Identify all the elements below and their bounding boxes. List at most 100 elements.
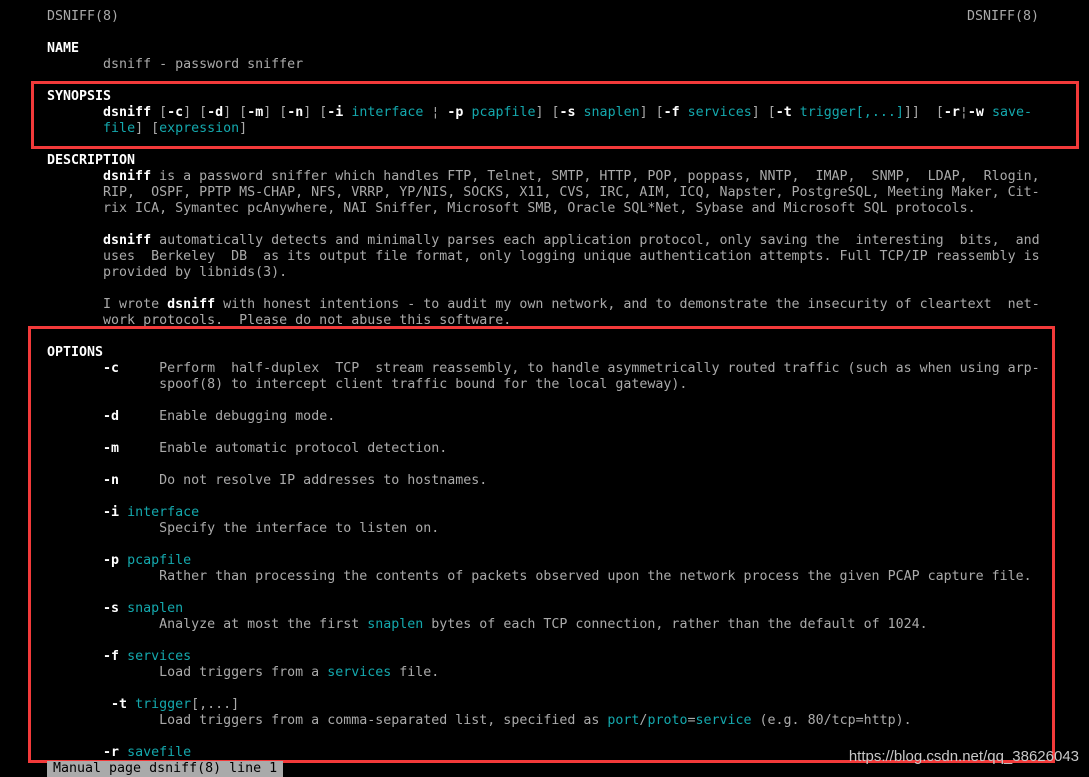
text-line bbox=[47, 681, 1047, 697]
text: RIP, OSPF, PPTP MS-CHAP, NFS, VRRP, YP/N… bbox=[47, 185, 1040, 200]
text: ] [ bbox=[183, 105, 208, 120]
text: I wrote bbox=[47, 297, 168, 312]
text: Specify the interface to listen on. bbox=[47, 521, 440, 536]
bold-text: -f bbox=[47, 649, 120, 664]
text: uses Berkeley DB as its output file form… bbox=[47, 249, 1040, 264]
text-line bbox=[47, 329, 1047, 345]
text bbox=[792, 105, 800, 120]
argument-text: services bbox=[327, 665, 392, 680]
text: Enable debugging mode. bbox=[119, 409, 336, 424]
argument-text: snaplen bbox=[583, 105, 640, 120]
text: ] bbox=[239, 121, 248, 136]
bold-text: OPTIONS bbox=[47, 345, 104, 360]
text-line bbox=[47, 281, 1047, 297]
text: dsniff - password sniffer bbox=[47, 57, 304, 72]
text-line: spoof(8) to intercept client traffic bou… bbox=[47, 377, 1047, 393]
text: Load triggers from a bbox=[47, 665, 328, 680]
text: automatically detects and minimally pars… bbox=[151, 233, 1040, 248]
text bbox=[119, 601, 127, 616]
bold-text: -t bbox=[47, 697, 128, 712]
text: Load triggers from a comma-separated lis… bbox=[47, 713, 608, 728]
text-line: SYNOPSIS bbox=[47, 89, 1047, 105]
argument-text: interface bbox=[351, 105, 424, 120]
bold-text: SYNOPSIS bbox=[47, 89, 112, 104]
text-line: Load triggers from a comma-separated lis… bbox=[47, 713, 1047, 729]
argument-text: snaplen bbox=[127, 601, 184, 616]
text: is a password sniffer which handles FTP,… bbox=[151, 169, 1040, 184]
bold-text: -s bbox=[559, 105, 576, 120]
text-line: dsniff is a password sniffer which handl… bbox=[47, 169, 1047, 185]
text-line bbox=[47, 585, 1047, 601]
text-line: -d Enable debugging mode. bbox=[47, 409, 1047, 425]
text: [ bbox=[151, 105, 168, 120]
text-line bbox=[47, 25, 1047, 41]
text-line: dsniff - password sniffer bbox=[47, 57, 1047, 73]
text: spoof(8) to intercept client traffic bou… bbox=[47, 377, 688, 392]
text-line: -s snaplen bbox=[47, 601, 1047, 617]
argument-text: services bbox=[127, 649, 192, 664]
argument-text: services bbox=[687, 105, 752, 120]
bold-text: -d bbox=[47, 409, 120, 424]
text bbox=[680, 105, 688, 120]
text-line: provided by libnids(3). bbox=[47, 265, 1047, 281]
text-line bbox=[47, 425, 1047, 441]
text-line: uses Berkeley DB as its output file form… bbox=[47, 249, 1047, 265]
bold-text: -i bbox=[327, 105, 344, 120]
text: ] [ bbox=[639, 105, 664, 120]
text bbox=[119, 553, 127, 568]
text-line: -f services bbox=[47, 649, 1047, 665]
text-line bbox=[47, 489, 1047, 505]
text bbox=[119, 505, 127, 520]
text: Do not resolve IP addresses to hostnames… bbox=[119, 473, 488, 488]
text bbox=[119, 745, 127, 760]
bold-text: -c bbox=[167, 105, 184, 120]
text: with honest intentions - to audit my own… bbox=[215, 297, 1040, 312]
argument-text: save- bbox=[991, 105, 1032, 120]
text-line bbox=[47, 633, 1047, 649]
text: Rather than processing the contents of p… bbox=[47, 569, 1032, 584]
bold-text: -d bbox=[207, 105, 224, 120]
argument-text: snaplen bbox=[367, 617, 424, 632]
text-line: file] [expression] bbox=[47, 121, 1047, 137]
bold-text: dsniff bbox=[47, 169, 152, 184]
text-line: -t trigger[,...] bbox=[47, 697, 1047, 713]
text: ] [ bbox=[263, 105, 288, 120]
text-line bbox=[47, 729, 1047, 745]
text: ¦ bbox=[423, 105, 448, 120]
text: file. bbox=[391, 665, 440, 680]
argument-text: expression bbox=[159, 121, 240, 136]
text-line: dsniff automatically detects and minimal… bbox=[47, 233, 1047, 249]
bold-text: NAME bbox=[47, 41, 80, 56]
text bbox=[127, 697, 135, 712]
text: work protocols. Please do not abuse this… bbox=[47, 313, 512, 328]
text-line: I wrote dsniff with honest intentions - … bbox=[47, 297, 1047, 313]
text-line: RIP, OSPF, PPTP MS-CHAP, NFS, VRRP, YP/N… bbox=[47, 185, 1047, 201]
text bbox=[576, 105, 584, 120]
text-line: OPTIONS bbox=[47, 345, 1047, 361]
text: Analyze at most the first bbox=[47, 617, 368, 632]
text bbox=[984, 105, 992, 120]
text-line bbox=[47, 73, 1047, 89]
bold-text: -r bbox=[943, 105, 960, 120]
text-line: -c Perform half-duplex TCP stream reasse… bbox=[47, 361, 1047, 377]
bold-text: -c bbox=[47, 361, 120, 376]
argument-text: file bbox=[103, 121, 136, 136]
text: (e.g. 80/tcp=http). bbox=[751, 713, 912, 728]
argument-text: pcapfile bbox=[127, 553, 192, 568]
bold-text: -r bbox=[47, 745, 120, 760]
text-line: -p pcapfile bbox=[47, 553, 1047, 569]
bold-text: -f bbox=[663, 105, 680, 120]
text: Perform half-duplex TCP stream reassembl… bbox=[119, 361, 1040, 376]
text-line bbox=[47, 393, 1047, 409]
bold-text: -p bbox=[447, 105, 464, 120]
text: ] [ bbox=[303, 105, 328, 120]
bold-text: dsniff bbox=[47, 233, 152, 248]
text-line: -n Do not resolve IP addresses to hostna… bbox=[47, 473, 1047, 489]
bold-text: -i bbox=[47, 505, 120, 520]
bold-text: -n bbox=[47, 473, 120, 488]
text-line: Rather than processing the contents of p… bbox=[47, 569, 1047, 585]
text bbox=[47, 121, 103, 136]
text: provided by libnids(3). bbox=[47, 265, 288, 280]
text-line: Load triggers from a services file. bbox=[47, 665, 1047, 681]
bold-text: dsniff bbox=[167, 297, 216, 312]
